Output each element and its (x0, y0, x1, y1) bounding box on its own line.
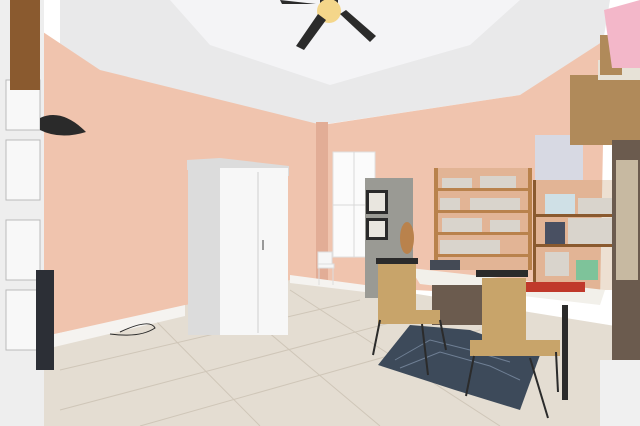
white-wardrobe (187, 158, 289, 335)
wood-shelf-top-left (10, 0, 40, 90)
wooden-shelving (434, 168, 532, 270)
room-photo (0, 0, 640, 426)
